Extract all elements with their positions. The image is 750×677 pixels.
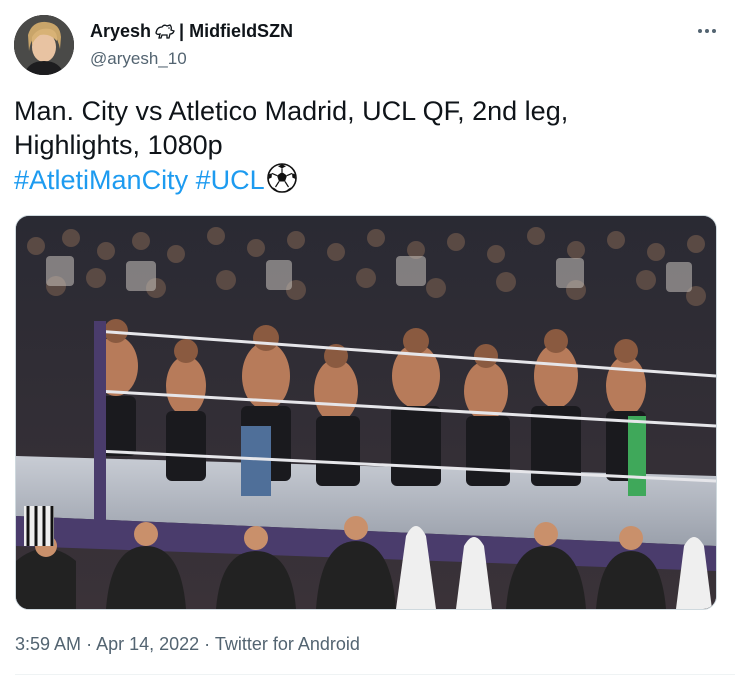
wrestling-ring-brawl-photo [16,216,716,609]
avatar[interactable] [14,15,74,75]
more-dot [712,29,716,33]
hashtag-line: #AtletiManCity #UCL [14,162,714,197]
avatar-image [14,15,74,75]
hashtag-ucl[interactable]: #UCL [196,165,265,195]
author-name[interactable]: Aryesh | MidfieldSZN [90,20,293,42]
more-dot [705,29,709,33]
more-options-button[interactable] [692,20,722,42]
divider [15,674,735,675]
tweet: Aryesh | MidfieldSZN @aryesh_10 Man. Cit… [0,0,750,677]
tweet-time[interactable]: 3:59 AM [15,634,81,654]
display-name-suffix: | MidfieldSZN [179,21,294,41]
hashtag-atletimancity[interactable]: #AtletiManCity [14,165,188,195]
tweet-text-line-2: Highlights, 1080p [14,130,223,160]
more-dots-icon [698,29,702,33]
tweet-media-photo[interactable] [15,215,717,610]
meta-separator: · [86,634,93,654]
meta-separator: · [204,634,211,654]
display-name: Aryesh [90,21,152,41]
soccer-ball-icon [266,163,297,193]
tweet-source[interactable]: Twitter for Android [215,634,360,654]
tweet-date[interactable]: Apr 14, 2022 [96,634,199,654]
user-handle[interactable]: @aryesh_10 [90,48,187,70]
lion-icon [153,21,177,41]
tweet-metadata: 3:59 AM · Apr 14, 2022 · Twitter for And… [15,633,360,655]
tweet-text: Man. City vs Atletico Madrid, UCL QF, 2n… [14,94,714,197]
tweet-text-line-1: Man. City vs Atletico Madrid, UCL QF, 2n… [14,96,569,126]
